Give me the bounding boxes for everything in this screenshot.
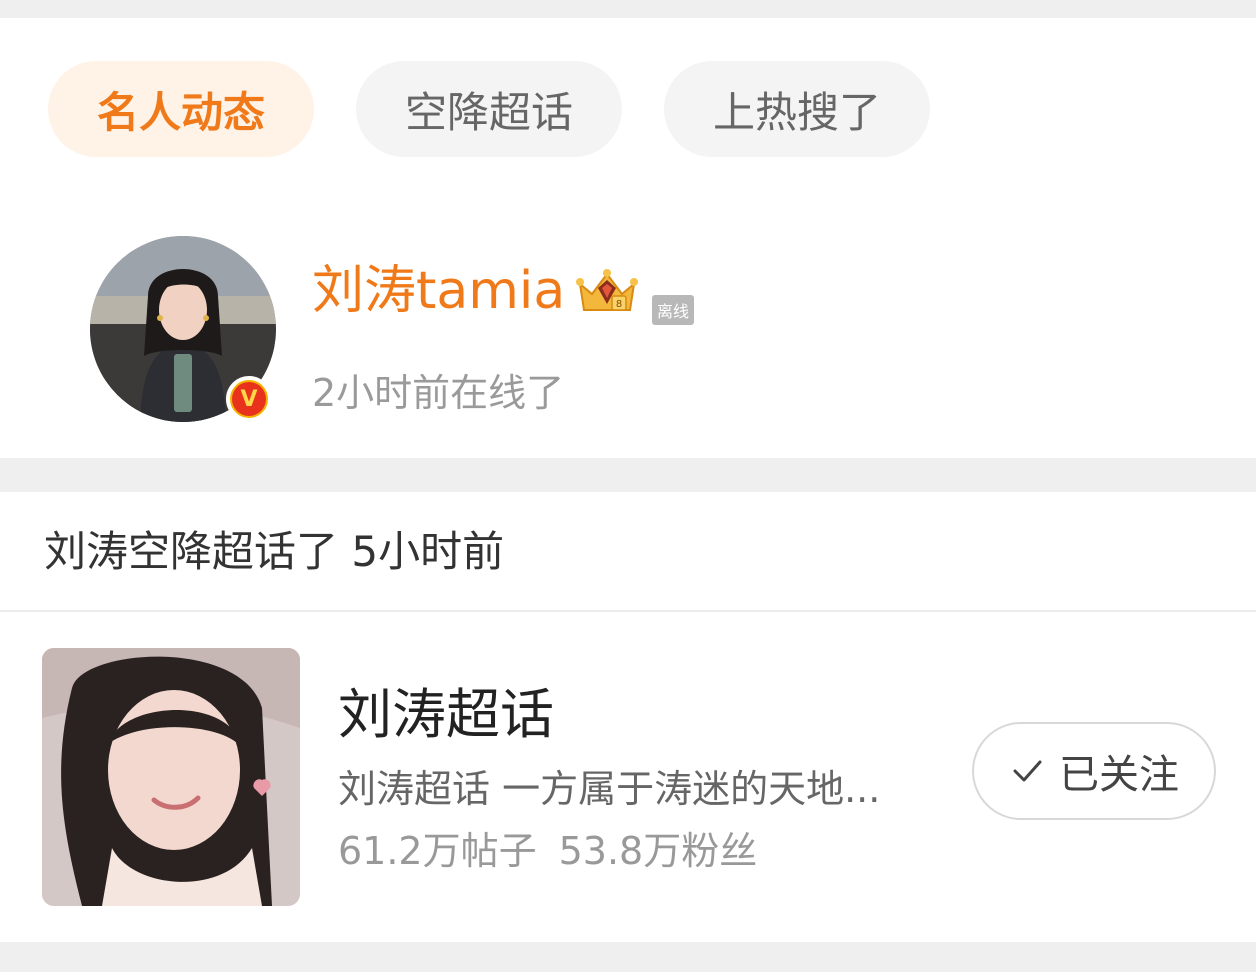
tab-trending[interactable]: 上热搜了 <box>664 61 930 157</box>
tab-supertopic-drop[interactable]: 空降超话 <box>356 61 622 157</box>
avatar[interactable]: V <box>90 236 278 424</box>
celebrity-card: 名人动态 空降超话 上热搜了 V 刘涛tamia 8 离线 2小时前在线了 <box>0 18 1256 458</box>
filter-tabs: 名人动态 空降超话 上热搜了 <box>48 61 930 157</box>
supertopic-card: 刘涛空降超话了 5小时前 刘涛超话 刘涛超话 一方属于涛迷的天地... 61.2… <box>0 492 1256 942</box>
topic-cover-image[interactable] <box>42 648 300 906</box>
user-name[interactable]: 刘涛tamia <box>312 258 565 324</box>
topic-stats: 61.2万帖子 53.8万粉丝 <box>338 826 757 876</box>
status-badge: 离线 <box>652 295 694 325</box>
fans-count: 53.8万粉丝 <box>558 829 758 873</box>
tab-celebrity-updates[interactable]: 名人动态 <box>48 61 314 157</box>
svg-text:8: 8 <box>616 299 622 310</box>
posts-count: 61.2万帖子 <box>338 829 537 873</box>
divider <box>0 610 1256 612</box>
verified-v-icon: V <box>226 376 272 422</box>
topic-portrait-icon <box>42 648 300 906</box>
follow-button-label: 已关注 <box>1059 752 1179 798</box>
topic-description: 刘涛超话 一方属于涛迷的天地... <box>338 767 881 811</box>
check-icon <box>1013 760 1042 782</box>
last-online-text: 2小时前在线了 <box>312 371 565 415</box>
page: 名人动态 空降超话 上热搜了 V 刘涛tamia 8 离线 2小时前在线了 刘涛… <box>0 0 1256 972</box>
crown-level-badge-icon: 8 <box>576 269 638 311</box>
topic-title[interactable]: 刘涛超话 <box>338 682 554 748</box>
activity-text: 刘涛空降超话了 5小时前 <box>44 527 505 576</box>
follow-button[interactable]: 已关注 <box>972 722 1216 820</box>
